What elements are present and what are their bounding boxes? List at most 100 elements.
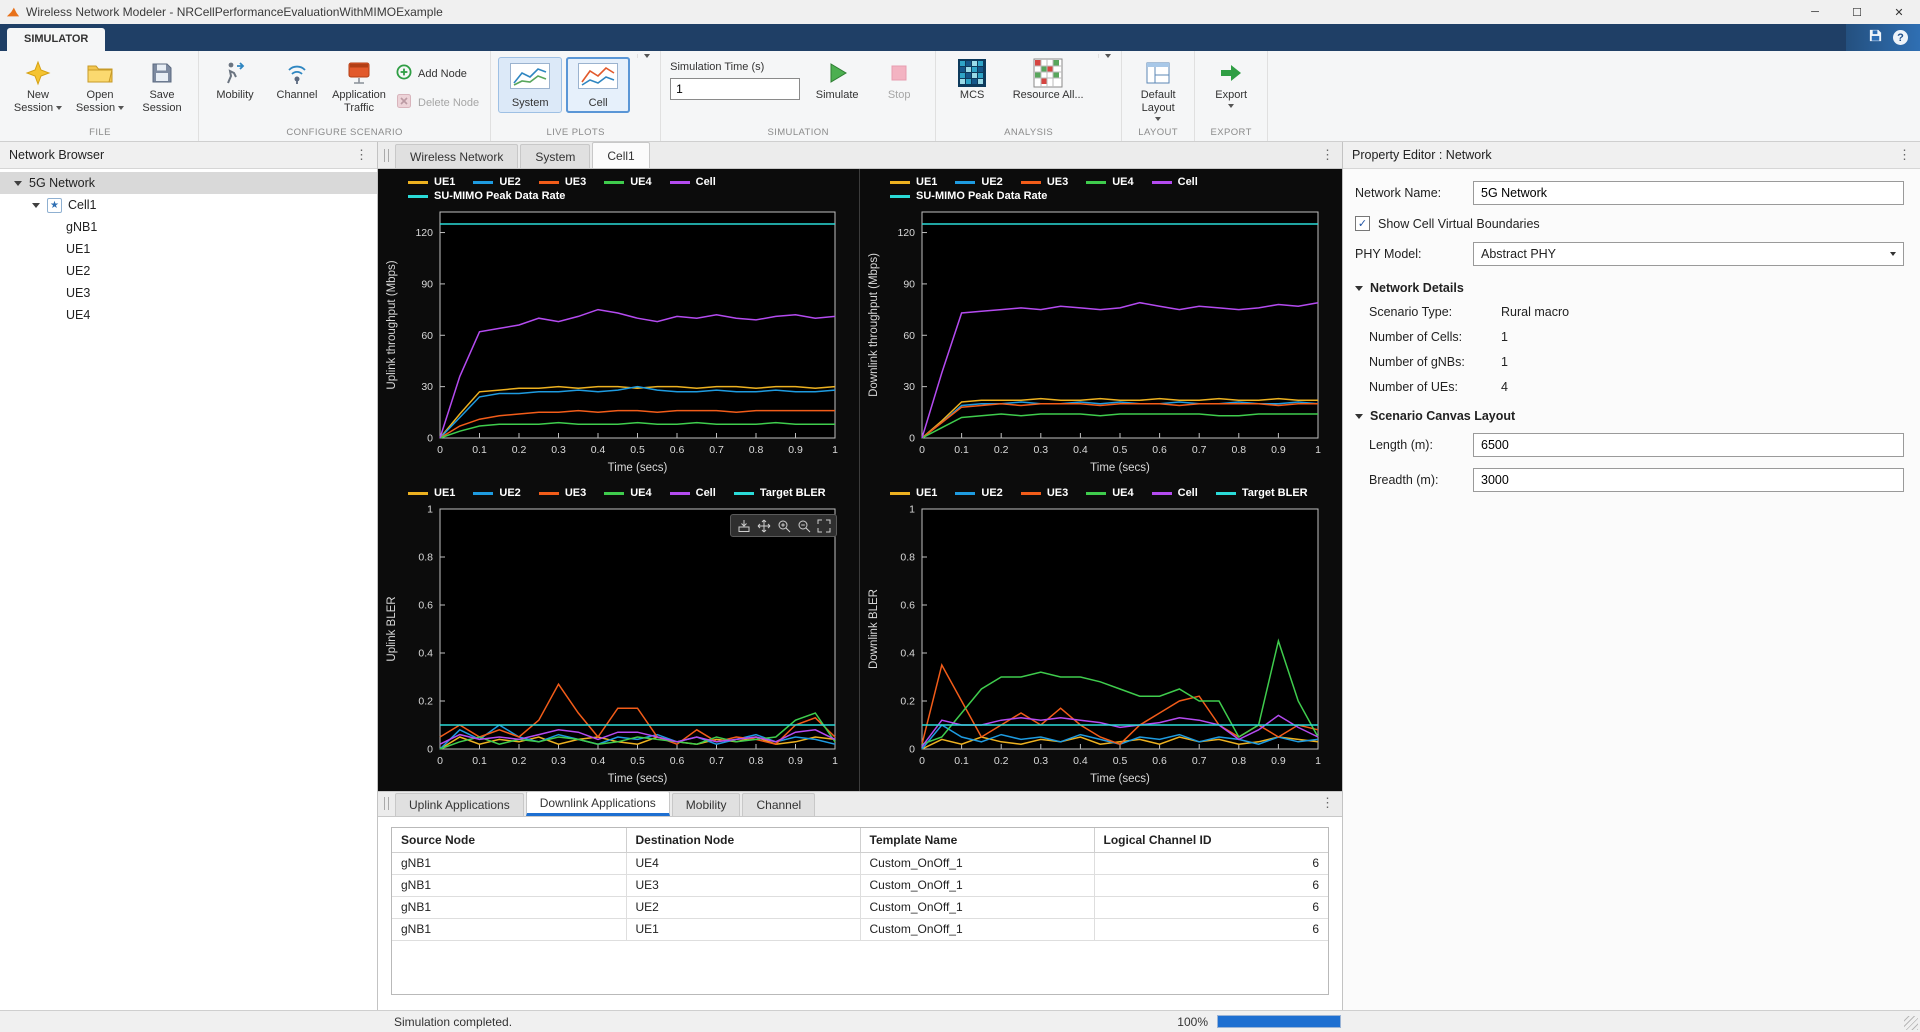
open-session-button[interactable]: Open Session (71, 54, 129, 115)
close-button[interactable]: ✕ (1878, 0, 1920, 24)
tree-label: 5G Network (29, 176, 95, 190)
application-traffic-label: Application Traffic (331, 89, 387, 115)
delete-node-button[interactable]: Delete Node (392, 91, 483, 114)
zoom-out-icon[interactable] (795, 517, 812, 534)
application-traffic-icon (346, 57, 372, 89)
tree-node-ue4[interactable]: UE4 (0, 304, 377, 326)
table-row[interactable]: gNB1UE1Custom_OnOff_16 (392, 918, 1328, 940)
maximize-button[interactable]: ☐ (1836, 0, 1878, 24)
tree-node-ue1[interactable]: UE1 (0, 238, 377, 260)
quick-save-icon[interactable] (1868, 28, 1883, 48)
channel-button[interactable]: Channel (268, 54, 326, 102)
analysis-dropdown-button[interactable] (1098, 54, 1114, 58)
stop-button[interactable]: Stop (870, 54, 928, 102)
restore-view-icon[interactable] (815, 517, 832, 534)
tree-node-5g-network[interactable]: 5G Network (0, 172, 377, 194)
table-cell: 6 (1094, 874, 1328, 896)
x-tick-label: 0.1 (472, 755, 487, 767)
expander-icon[interactable] (14, 181, 22, 186)
export-button[interactable]: Export (1202, 54, 1260, 108)
table-row[interactable]: gNB1UE4Custom_OnOff_16 (392, 852, 1328, 874)
simulate-button[interactable]: Simulate (808, 54, 866, 102)
export-axes-icon[interactable] (735, 517, 752, 534)
cell-plots-toggle[interactable]: Cell (566, 57, 630, 113)
new-session-icon (25, 57, 51, 89)
save-session-button[interactable]: Save Session (133, 54, 191, 115)
pan-icon[interactable] (755, 517, 772, 534)
plot-box (922, 509, 1318, 749)
x-tick-label: 0 (437, 444, 443, 456)
x-tick-label: 0.2 (994, 755, 1009, 767)
simulation-time-input[interactable] (670, 78, 800, 100)
x-tick-label: 0.1 (954, 755, 969, 767)
tree-node-cell1[interactable]: ★ Cell1 (0, 194, 377, 216)
chart-plot-area[interactable]: 00.10.20.30.40.50.60.70.80.910306090120T… (864, 204, 1334, 480)
tab-system[interactable]: System (520, 144, 590, 168)
column-header-template-name[interactable]: Template Name (860, 828, 1094, 852)
open-session-icon (86, 57, 114, 89)
system-plots-label: System (512, 97, 549, 109)
column-header-destination-node[interactable]: Destination Node (626, 828, 860, 852)
tab-wireless-network[interactable]: Wireless Network (395, 144, 518, 168)
y-tick-label: 0 (427, 744, 433, 756)
mobility-button[interactable]: Mobility (206, 54, 264, 102)
tree-node-gnb1[interactable]: gNB1 (0, 216, 377, 238)
table-row[interactable]: gNB1UE3Custom_OnOff_16 (392, 874, 1328, 896)
minimize-button[interactable]: ─ (1794, 0, 1836, 24)
quick-access-toolbar: ? (1846, 24, 1920, 51)
column-header-logical-channel-id[interactable]: Logical Channel ID (1094, 828, 1328, 852)
x-tick-label: 0.6 (1152, 755, 1167, 767)
breadth-field[interactable] (1473, 468, 1904, 492)
tab-channel[interactable]: Channel (742, 793, 815, 816)
length-field[interactable] (1473, 433, 1904, 457)
network-browser-header: Network Browser ⋮ (0, 142, 377, 169)
panel-grip-icon[interactable] (384, 149, 389, 162)
column-header-source-node[interactable]: Source Node (392, 828, 626, 852)
panel-menu-icon[interactable]: ⋮ (1898, 147, 1911, 163)
tree-node-ue3[interactable]: UE3 (0, 282, 377, 304)
panel-grip-icon[interactable] (384, 797, 389, 810)
add-node-label: Add Node (418, 68, 467, 80)
legend-line-swatch (890, 195, 910, 198)
tree-node-ue2[interactable]: UE2 (0, 260, 377, 282)
phy-model-select[interactable]: Abstract PHY (1473, 242, 1904, 266)
network-name-field[interactable] (1473, 181, 1904, 205)
show-boundaries-checkbox[interactable]: ✓ (1355, 216, 1370, 231)
tab-simulator[interactable]: SIMULATOR (7, 28, 105, 51)
x-tick-label: 0.5 (1113, 444, 1128, 456)
table-row[interactable]: gNB1UE2Custom_OnOff_16 (392, 896, 1328, 918)
resource-allocation-button[interactable]: Resource All... (1005, 54, 1091, 102)
tab-uplink-applications[interactable]: Uplink Applications (395, 793, 524, 816)
y-tick-label: 60 (421, 330, 433, 342)
progress-group: 100% (1177, 1015, 1341, 1029)
resize-grip-icon[interactable] (1904, 1016, 1918, 1030)
default-layout-button[interactable]: Default Layout (1129, 54, 1187, 121)
tabbar-menu-icon[interactable]: ⋮ (1321, 795, 1342, 816)
application-traffic-button[interactable]: Application Traffic (330, 54, 388, 115)
network-details-section-header[interactable]: Network Details (1355, 281, 1904, 295)
panel-menu-icon[interactable]: ⋮ (355, 147, 368, 163)
add-node-button[interactable]: Add Node (392, 62, 483, 85)
tab-mobility[interactable]: Mobility (672, 793, 741, 816)
tabbar-menu-icon[interactable]: ⋮ (1321, 147, 1342, 168)
tab-cell1[interactable]: Cell1 (592, 142, 649, 168)
zoom-in-icon[interactable] (775, 517, 792, 534)
ribbon-section-configure-scenario: Mobility Channel Application Traffic (199, 51, 491, 141)
tab-downlink-applications[interactable]: Downlink Applications (526, 791, 670, 816)
help-icon[interactable]: ? (1893, 30, 1908, 45)
live-plots-dropdown-button[interactable] (637, 54, 653, 58)
chart-plot-area[interactable]: 00.10.20.30.40.50.60.70.80.9100.20.40.60… (864, 501, 1334, 791)
mcs-label: MCS (960, 89, 984, 102)
new-session-button[interactable]: New Session (9, 54, 67, 115)
table-cell: Custom_OnOff_1 (860, 852, 1094, 874)
scenario-canvas-layout-section-header[interactable]: Scenario Canvas Layout (1355, 409, 1904, 423)
x-tick-label: 1 (832, 444, 838, 456)
chart-plot-area[interactable]: 00.10.20.30.40.50.60.70.80.9100.20.40.60… (382, 501, 851, 791)
system-plots-toggle[interactable]: System (498, 57, 562, 113)
legend-item-ue2: UE2 (473, 176, 520, 188)
expander-icon[interactable] (32, 203, 40, 208)
chart-plot-area[interactable]: 00.10.20.30.40.50.60.70.80.910306090120T… (382, 204, 851, 480)
number-of-ues-row: Number of UEs: 4 (1369, 380, 1904, 394)
legend-label: UE3 (1047, 487, 1068, 499)
mcs-button[interactable]: MCS (943, 54, 1001, 102)
